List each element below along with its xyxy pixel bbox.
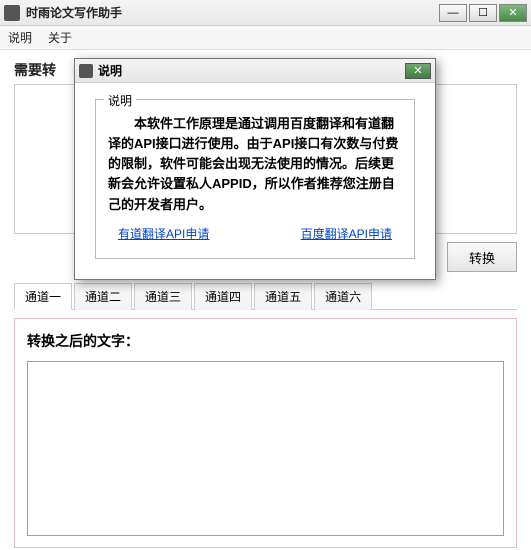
dialog-legend: 说明 — [104, 92, 136, 109]
menu-bar: 说明 关于 — [0, 26, 531, 50]
tab-channel-1[interactable]: 通道一 — [14, 283, 72, 310]
link-baidu-api[interactable]: 百度翻译API申请 — [301, 225, 392, 242]
title-bar: 时雨论文写作助手 — ☐ ✕ — [0, 0, 531, 26]
dialog-info: 说明 ✕ 说明 本软件工作原理是通过调用百度翻译和有道翻译的API接口进行使用。… — [74, 58, 436, 280]
dialog-fieldset: 说明 本软件工作原理是通过调用百度翻译和有道翻译的API接口进行使用。由于API… — [95, 99, 415, 259]
dialog-title: 说明 — [98, 62, 405, 79]
dialog-info-text: 本软件工作原理是通过调用百度翻译和有道翻译的API接口进行使用。由于API接口有… — [108, 114, 402, 215]
tab-channel-5[interactable]: 通道五 — [254, 283, 312, 310]
output-textarea[interactable] — [27, 361, 504, 536]
tab-channel-4[interactable]: 通道四 — [194, 283, 252, 310]
channel-tabs: 通道一 通道二 通道三 通道四 通道五 通道六 — [14, 282, 517, 310]
dialog-close-button[interactable]: ✕ — [405, 63, 431, 79]
window-controls: — ☐ ✕ — [439, 4, 527, 22]
link-youdao-api[interactable]: 有道翻译API申请 — [118, 225, 209, 242]
convert-button[interactable]: 转换 — [447, 242, 517, 272]
menu-help[interactable]: 说明 — [8, 29, 32, 46]
output-group: 转换之后的文字： — [14, 318, 517, 548]
dialog-link-row: 有道翻译API申请 百度翻译API申请 — [108, 225, 402, 242]
maximize-button[interactable]: ☐ — [469, 4, 497, 22]
close-button[interactable]: ✕ — [499, 4, 527, 22]
dialog-title-bar: 说明 ✕ — [75, 59, 435, 83]
tab-channel-2[interactable]: 通道二 — [74, 283, 132, 310]
menu-about[interactable]: 关于 — [48, 29, 72, 46]
app-icon — [4, 5, 20, 21]
dialog-app-icon — [79, 64, 93, 78]
dialog-body: 说明 本软件工作原理是通过调用百度翻译和有道翻译的API接口进行使用。由于API… — [75, 83, 435, 279]
main-window: 时雨论文写作助手 — ☐ ✕ 说明 关于 需要转 转换 通道一 通道二 通道三 … — [0, 0, 531, 550]
tab-channel-6[interactable]: 通道六 — [314, 283, 372, 310]
output-label: 转换之后的文字： — [27, 331, 504, 351]
minimize-button[interactable]: — — [439, 4, 467, 22]
window-title: 时雨论文写作助手 — [26, 4, 439, 21]
tab-channel-3[interactable]: 通道三 — [134, 283, 192, 310]
